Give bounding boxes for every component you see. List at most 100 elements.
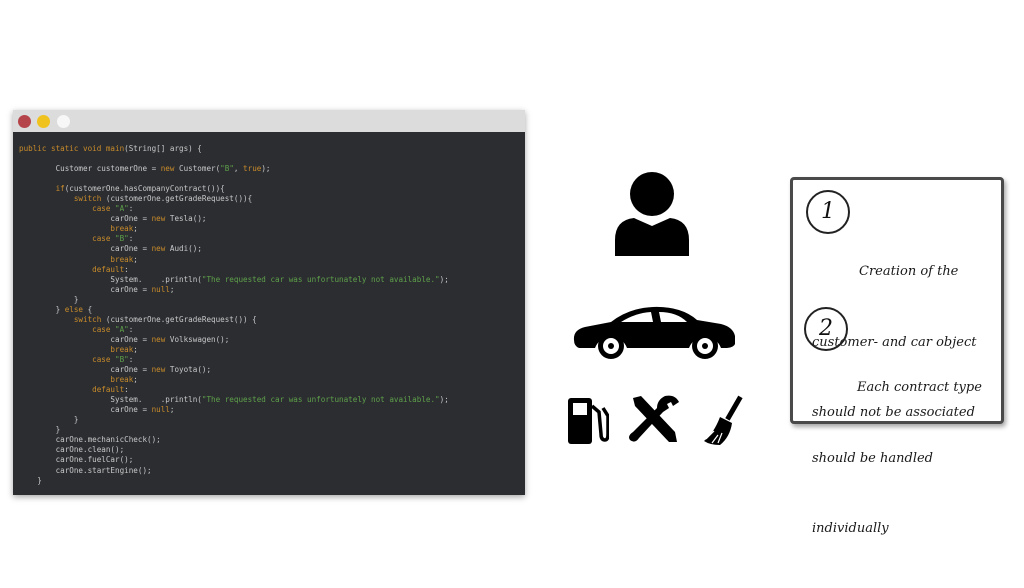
code-token: public static void main [19,144,125,153]
code-token: } [19,294,79,304]
code-line: break; [19,375,449,385]
code-line: } [19,425,449,435]
code-token: "A" [115,324,129,334]
code-token: ; [169,284,175,294]
code-token: new [151,334,166,344]
note-item-2-line-2: should be handled [812,450,933,466]
code-line: System. .println("The requested car was … [19,274,449,285]
code-line: break; [19,255,449,265]
code-token: ); [261,164,271,174]
code-token: carOne = [19,365,152,375]
code-token: carOne.startEngine(); [19,465,152,475]
code-token: true [243,164,262,174]
code-line: carOne.mechanicCheck(); [19,435,449,445]
minimize-dot-icon[interactable] [37,115,50,128]
code-token: ); [439,274,449,284]
code-token: : [128,354,134,364]
code-line: carOne = new Volkswagen(); [19,335,449,345]
code-token: carOne = [19,214,152,224]
code-token: case [19,234,116,244]
code-token: ; [133,344,138,354]
code-token: : [124,385,129,395]
code-token: break [19,224,134,234]
code-token: carOne.mechanicCheck(); [19,435,161,445]
code-line: carOne.fuelCar(); [19,455,449,465]
code-token: ; [133,375,138,385]
code-token: new [160,164,175,174]
code-token: Toyota(); [165,365,212,375]
code-token: switch [19,314,102,324]
requirements-note: 1 Creation of the customer- and car obje… [790,177,1004,536]
code-line: } else { [19,305,449,315]
code-token: System. .println( [19,395,202,405]
code-token: default [19,264,125,274]
code-token: "The requested car was unfortunately not… [201,274,440,284]
code-token: null [151,405,170,415]
code-token: (customerOne.getGradeRequest()){ [101,194,253,204]
code-token: Volkswagen(); [165,334,230,344]
code-line: } [19,476,449,486]
code-token: } [19,415,79,425]
code-token: case [19,204,116,214]
code-token: "B" [220,164,234,174]
code-line: carOne = null; [19,285,449,295]
code-line: public static void main(String[] args) { [19,144,449,154]
code-token: carOne = [19,405,152,415]
code-line: carOne = new Audi(); [19,244,449,254]
code-token: System. .println( [19,274,202,284]
code-line: case "B": [19,234,449,244]
code-token: "A" [115,204,129,214]
code-token: break [19,344,134,354]
code-line: break; [19,224,449,234]
code-token: break [19,375,134,385]
broom-icon [704,395,743,445]
code-token: ; [133,224,138,234]
car-icon [573,306,735,359]
note-item-2-text: Each contract type should be handled ind… [812,329,982,588]
close-dot-icon[interactable] [18,115,31,128]
code-line: System. .println("The requested car was … [19,395,449,405]
code-token: carOne = [19,244,152,254]
code-token: ; [133,254,138,264]
code-line: if(customerOne.hasCompanyContract()){ [19,184,449,194]
code-token: new [151,365,166,375]
code-token: "B" [115,234,129,244]
code-line: break; [19,345,449,355]
user-icon [615,172,689,256]
code-token: carOne.clean(); [19,445,125,455]
code-token: Customer( [174,164,221,174]
code-line: default: [19,385,449,395]
code-token: } [19,475,42,485]
code-token: ); [439,395,449,405]
code-token: (String[] args) { [124,144,202,153]
code-token: (customerOne.getGradeRequest()) { [101,314,257,324]
code-token: new [151,214,166,224]
code-token: } [19,425,61,435]
code-token: Customer customerOne = [19,164,161,174]
code-token: , [233,164,244,174]
code-token: null [151,284,170,294]
wrench-screwdriver-icon [629,395,679,442]
maximize-dot-icon[interactable] [57,115,70,128]
code-token: case [19,354,116,364]
code-block: public static void main(String[] args) {… [19,144,449,486]
code-token: carOne = [19,334,152,344]
code-line: } [19,415,449,425]
code-line: } [19,295,449,305]
note-item-2-line-3: individually [812,521,889,536]
code-token: Tesla(); [165,214,207,224]
code-token: carOne = [19,284,152,294]
code-window: public static void main(String[] args) {… [13,110,525,495]
code-token: break [19,254,134,264]
code-token: new [151,244,166,254]
code-token: : [124,264,129,274]
code-token: default [19,385,125,395]
code-line: switch (customerOne.getGradeRequest()){ [19,194,449,204]
code-line: case "A": [19,325,449,335]
code-token: } [19,304,65,314]
code-line: default: [19,265,449,275]
code-token: "B" [115,354,129,364]
code-token: : [128,204,134,214]
